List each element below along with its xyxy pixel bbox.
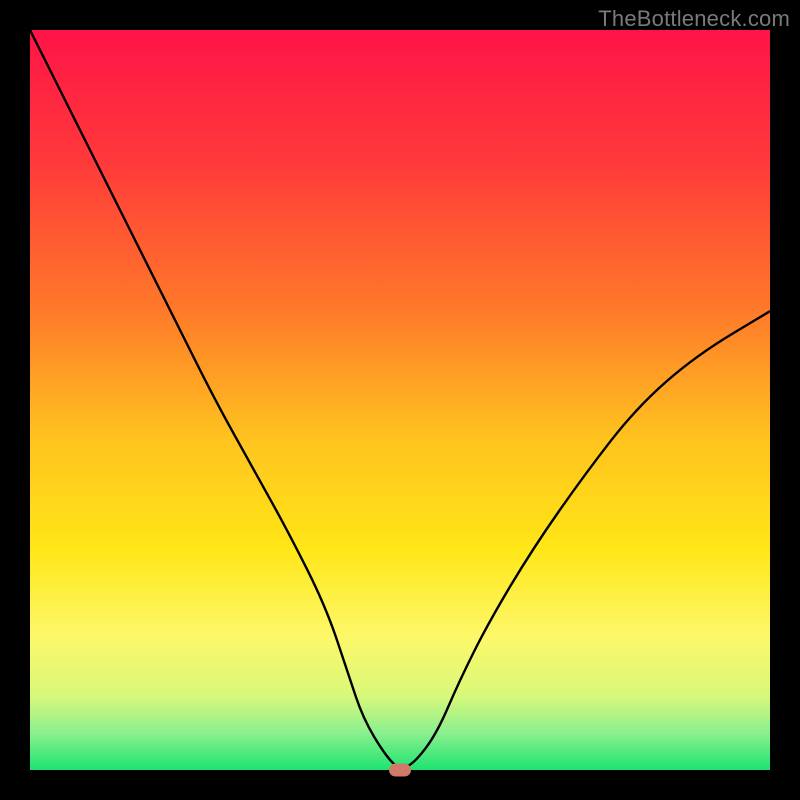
curve-path [30, 30, 770, 768]
bottleneck-curve [30, 30, 770, 770]
optimal-marker [389, 764, 411, 777]
chart-frame: TheBottleneck.com [0, 0, 800, 800]
watermark-text: TheBottleneck.com [598, 6, 790, 32]
bottleneck-plot [30, 30, 770, 770]
